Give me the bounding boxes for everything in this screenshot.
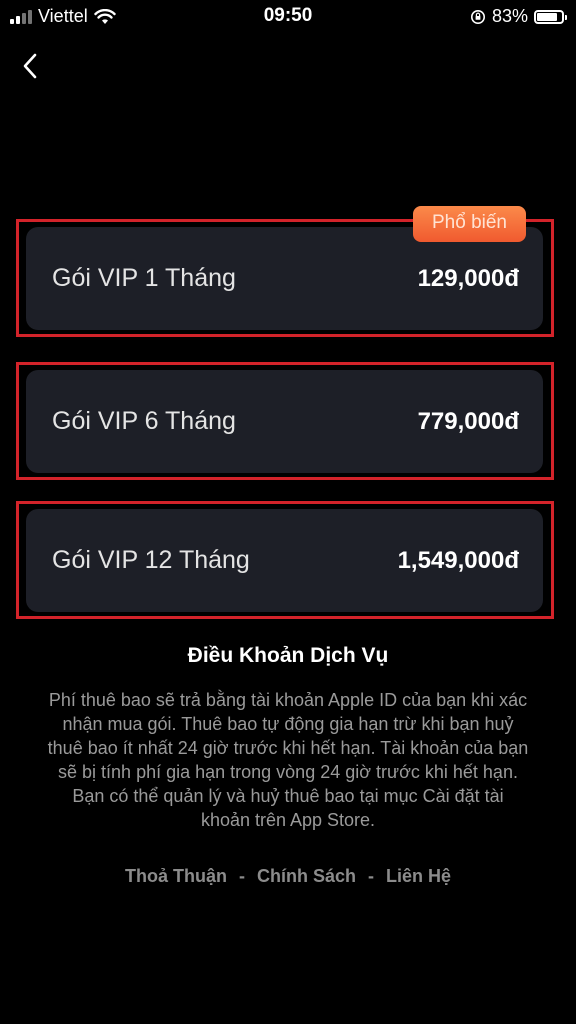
- terms-line: Bạn có thể quản lý và huỷ thuê bao tại m…: [72, 786, 504, 806]
- policy-link[interactable]: Chính Sách: [257, 866, 356, 887]
- status-right: 83%: [470, 6, 567, 27]
- plan-option-6-month[interactable]: Gói VIP 6 Tháng 779,000đ: [26, 370, 543, 473]
- footer-separator: -: [368, 866, 374, 886]
- plan-highlight-3: Gói VIP 12 Tháng 1,549,000đ: [16, 501, 554, 619]
- plan-name: Gói VIP 12 Tháng: [52, 546, 250, 574]
- plan-highlight-2: Gói VIP 6 Tháng 779,000đ: [16, 362, 554, 480]
- status-bar: Viettel 09:50 83%: [0, 0, 576, 34]
- chevron-left-icon: [23, 53, 37, 79]
- plan-price: 129,000đ: [417, 264, 519, 292]
- plan-option-12-month[interactable]: Gói VIP 12 Tháng 1,549,000đ: [26, 509, 543, 612]
- terms-title: Điều Khoản Dịch Vụ: [187, 644, 389, 667]
- contact-link[interactable]: Liên Hệ: [386, 866, 451, 887]
- plan-price: 779,000đ: [417, 407, 519, 435]
- footer-separator: -: [238, 866, 245, 886]
- plan-name: Gói VIP 1 Tháng: [52, 264, 236, 292]
- plan-option-1-month[interactable]: Gói VIP 1 Tháng 129,000đ: [26, 227, 543, 330]
- terms-body: Phí thuê bao sẽ trả bằng tài khoản Apple…: [22, 688, 554, 832]
- footer-links: Thoả Thuận - Chính Sách - Liên Hệ: [0, 866, 576, 887]
- orientation-lock-icon: [470, 9, 485, 24]
- terms-line: thuê bao ít nhất 24 giờ trước khi hết hạ…: [47, 738, 529, 758]
- terms-line: sẽ bị tính phí gia hạn trong vòng 24 giờ…: [58, 762, 518, 782]
- battery-icon: [534, 9, 567, 24]
- battery-percent: 83%: [491, 6, 528, 26]
- terms-line: nhận mua gói. Thuê bao tự động gia hạn t…: [62, 714, 514, 734]
- plan-price: 1,549,000đ: [397, 546, 519, 574]
- battery-level-fill: [537, 12, 557, 21]
- terms-line: Phí thuê bao sẽ trả bằng tài khoản Apple…: [48, 690, 528, 710]
- agreement-link[interactable]: Thoả Thuận: [125, 866, 227, 887]
- popular-badge: Phổ biến: [413, 206, 526, 242]
- terms-line: khoản trên App Store.: [200, 810, 376, 830]
- plan-name: Gói VIP 6 Tháng: [52, 407, 236, 435]
- back-button[interactable]: [12, 48, 48, 84]
